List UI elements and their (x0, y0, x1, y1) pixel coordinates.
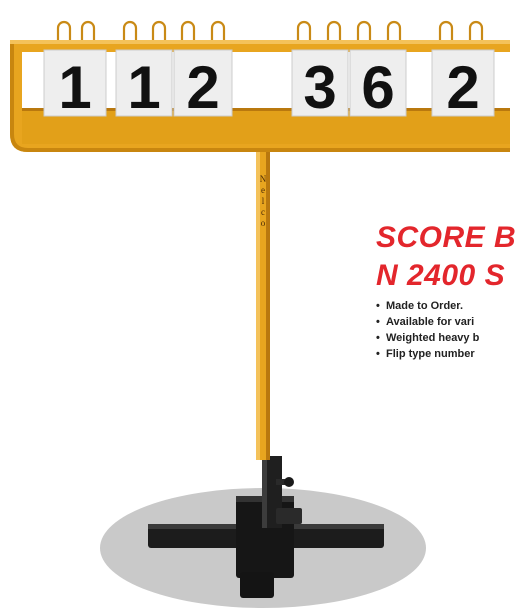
feature-item: • Flip type number (376, 346, 479, 362)
score-card-1: 1 (43, 49, 107, 121)
feature-text: Made to Order. (386, 300, 464, 312)
feature-item: • Weighted heavy b (376, 330, 479, 346)
score-card-digit: 6 (361, 54, 394, 121)
bullet-icon: • (376, 348, 380, 360)
score-card-6: 2 (431, 49, 495, 121)
score-card-digit: 1 (127, 54, 160, 121)
score-card-digit: 2 (446, 54, 479, 121)
product-title-line-2: N 2400 S (376, 259, 506, 292)
svg-text:N: N (260, 174, 267, 184)
feature-list: • Made to Order. • Available for vari • Wei… (376, 298, 479, 362)
feature-item: • Made to Order. (376, 298, 479, 314)
feature-text: Available for vari (386, 316, 475, 328)
svg-text:c: c (261, 207, 265, 217)
feature-item: • Available for vari (376, 314, 479, 330)
svg-text:e: e (261, 185, 265, 195)
svg-text:o: o (261, 218, 266, 228)
bullet-icon: • (376, 300, 380, 312)
feature-text: Flip type number (386, 348, 475, 360)
product-title-line-1: SCORE B (376, 221, 516, 254)
bullet-icon: • (376, 316, 380, 328)
card-rings (56, 20, 484, 40)
product-image-stage: N e l c o 1 1 2 3 6 2 SCORE B N 2400 S •… (0, 0, 516, 609)
score-card-digit: 1 (58, 54, 91, 121)
score-card-2: 1 (115, 49, 173, 121)
bullet-icon: • (376, 332, 380, 344)
score-card-5: 6 (349, 49, 407, 121)
score-card-digit: 3 (303, 54, 336, 121)
feature-text: Weighted heavy b (386, 332, 480, 344)
score-card-3: 2 (173, 49, 233, 121)
score-card-digit: 2 (186, 54, 219, 121)
score-card-4: 3 (291, 49, 349, 121)
